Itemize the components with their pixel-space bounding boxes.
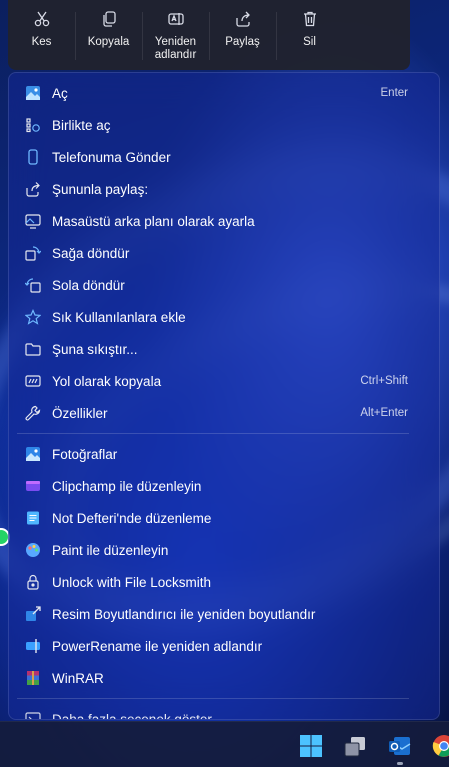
- zip-folder-icon: [25, 341, 41, 357]
- menu-item-label: Birlikte aç: [52, 117, 111, 133]
- wallpaper-icon: [25, 213, 41, 229]
- notepad-icon: [25, 510, 41, 526]
- menu-item-powerrename[interactable]: PowerRename ile yeniden adlandır: [9, 630, 439, 662]
- menu-item-label: Aç: [52, 85, 68, 101]
- menu-item-label: Telefonuma Gönder: [52, 149, 171, 165]
- menu-item-label: Not Defteri'nde düzenleme: [52, 510, 212, 526]
- menu-item-label: Sola döndür: [52, 277, 125, 293]
- menu-item-clipchamp[interactable]: Clipchamp ile düzenleyin: [9, 470, 439, 502]
- cut-button[interactable]: Kes: [8, 10, 75, 70]
- winrar-icon: [25, 670, 41, 686]
- taskbar: [0, 721, 449, 767]
- star-icon: [25, 309, 41, 325]
- menu-item-properties[interactable]: Özellikler Alt+Enter: [9, 397, 439, 429]
- task-view-icon[interactable]: [343, 734, 367, 758]
- shortcut-label: Ctrl+Shift: [360, 375, 408, 387]
- menu-item-winrar[interactable]: WinRAR: [9, 662, 439, 694]
- menu-separator: [17, 433, 409, 434]
- menu-item-label: Şuna sıkıştır...: [52, 341, 138, 357]
- chrome-icon[interactable]: [432, 734, 449, 758]
- copy-path-icon: [25, 373, 41, 389]
- menu-item-label: Şununla paylaş:: [52, 181, 149, 197]
- menu-item-label: Özellikler: [52, 405, 108, 421]
- clipchamp-icon: [25, 478, 41, 494]
- cut-label: Kes: [31, 36, 52, 48]
- menu-item-label: Clipchamp ile düzenleyin: [52, 478, 202, 494]
- copy-label: Kopyala: [87, 36, 130, 48]
- delete-label: Sil: [303, 36, 316, 48]
- rename-button[interactable]: Yeniden adlandır: [142, 10, 209, 70]
- menu-item-label: Resim Boyutlandırıcı ile yeniden boyutla…: [52, 606, 316, 622]
- menu-item-add-favorites[interactable]: Sık Kullanılanlara ekle: [9, 301, 439, 333]
- copy-icon: [102, 11, 116, 27]
- menu-item-paint[interactable]: Paint ile düzenleyin: [9, 534, 439, 566]
- lock-icon: [25, 574, 41, 590]
- menu-separator: [17, 698, 409, 699]
- paint-icon: [25, 542, 41, 558]
- menu-item-send-to-phone[interactable]: Telefonuma Gönder: [9, 141, 439, 173]
- menu-item-rotate-left[interactable]: Sola döndür: [9, 269, 439, 301]
- wrench-icon: [25, 405, 41, 421]
- menu-item-set-wallpaper[interactable]: Masaüstü arka planı olarak ayarla: [9, 205, 439, 237]
- context-menu: Aç Enter Birlikte aç Telefonuma Gönder Ş…: [8, 72, 440, 720]
- open-with-icon: [25, 117, 41, 133]
- share-button[interactable]: Paylaş: [209, 10, 276, 70]
- powerrename-icon: [25, 638, 41, 654]
- outlook-icon[interactable]: [388, 734, 412, 758]
- menu-item-rotate-right[interactable]: Sağa döndür: [9, 237, 439, 269]
- windows-start-icon[interactable]: [299, 734, 323, 758]
- menu-item-label: Sık Kullanılanlara ekle: [52, 309, 186, 325]
- menu-item-photos[interactable]: Fotoğraflar: [9, 438, 439, 470]
- menu-item-copy-path[interactable]: Yol olarak kopyala Ctrl+Shift: [9, 365, 439, 397]
- cut-icon: [34, 11, 49, 27]
- running-indicator: [397, 762, 403, 765]
- menu-item-open[interactable]: Aç Enter: [9, 77, 439, 109]
- menu-item-label: Unlock with File Locksmith: [52, 574, 212, 590]
- menu-item-label: Sağa döndür: [52, 245, 130, 261]
- menu-item-share-with[interactable]: Şununla paylaş:: [9, 173, 439, 205]
- rotate-left-icon: [25, 277, 41, 293]
- menu-item-notepad[interactable]: Not Defteri'nde düzenleme: [9, 502, 439, 534]
- more-options-icon: [25, 711, 41, 719]
- rename-icon: [167, 13, 184, 25]
- menu-item-label: Yol olarak kopyala: [52, 373, 162, 389]
- menu-item-label: Paint ile düzenleyin: [52, 542, 169, 558]
- photo-icon: [25, 85, 41, 101]
- share-icon: [25, 181, 41, 197]
- menu-item-compress[interactable]: Şuna sıkıştır...: [9, 333, 439, 365]
- context-command-bar: Kes Kopyala Yeniden adlandır Paylaş Sil: [8, 0, 410, 70]
- menu-item-label: Daha fazla seçenek göster: [52, 711, 212, 720]
- menu-item-label: PowerRename ile yeniden adlandır: [52, 638, 263, 654]
- share-icon: [235, 11, 250, 27]
- phone-icon: [25, 149, 41, 165]
- menu-item-label: WinRAR: [52, 670, 104, 686]
- delete-button[interactable]: Sil: [276, 10, 343, 70]
- menu-item-open-with[interactable]: Birlikte aç: [9, 109, 439, 141]
- delete-icon: [303, 11, 316, 27]
- menu-item-label: Masaüstü arka planı olarak ayarla: [52, 213, 255, 229]
- photos-app-icon: [25, 446, 41, 462]
- image-resizer-icon: [25, 606, 41, 622]
- rotate-right-icon: [25, 245, 41, 261]
- shortcut-label: Enter: [380, 87, 409, 99]
- shortcut-label: Alt+Enter: [360, 407, 408, 419]
- share-label: Paylaş: [225, 36, 260, 48]
- menu-item-image-resizer[interactable]: Resim Boyutlandırıcı ile yeniden boyutla…: [9, 598, 439, 630]
- copy-button[interactable]: Kopyala: [75, 10, 142, 70]
- menu-item-label: Fotoğraflar: [52, 446, 118, 462]
- menu-item-file-locksmith[interactable]: Unlock with File Locksmith: [9, 566, 439, 598]
- rename-label: Yeniden adlandır: [154, 36, 197, 61]
- menu-item-show-more-options[interactable]: Daha fazla seçenek göster: [9, 703, 439, 720]
